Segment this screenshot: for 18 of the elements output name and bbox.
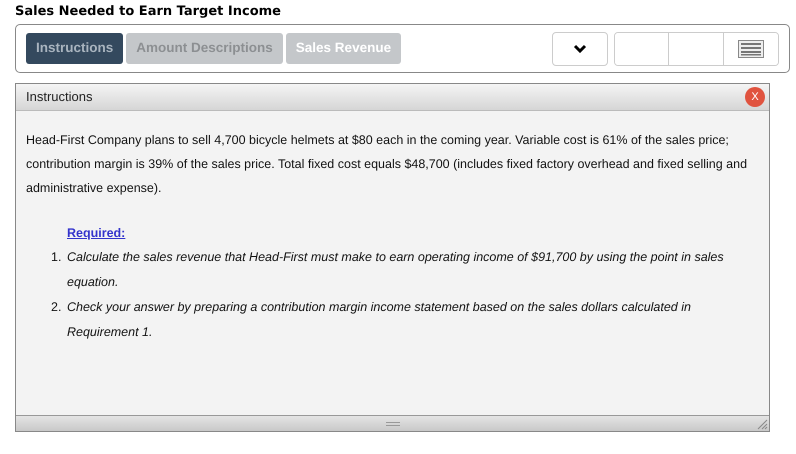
chevron-down-icon [573, 44, 587, 54]
intro-paragraph: Head-First Company plans to sell 4,700 bicycle helmets at $80 each in the coming year. Variable cost is 61% of the sales price; contribution margin is 39% of the sales price. Total fixed cost equals $48,700 (includes fixed factory overhead and fixed selling and administrative expense). [26, 132, 748, 197]
toolbar-button[interactable] [615, 32, 669, 64]
resize-bar[interactable] [16, 415, 769, 431]
grip-icon [386, 422, 400, 426]
menu-icon [738, 40, 764, 58]
dropdown-button[interactable] [552, 32, 608, 66]
list-number: 2. [51, 298, 62, 316]
requirement-text: Check your answer by preparing a contribution margin income statement based on the sales dollars calculated in Requirement 1. [67, 298, 692, 341]
page-title: Sales Needed to Earn Target Income [15, 3, 282, 21]
requirement-text: Calculate the sales revenue that Head-First must make to earn operating income of $91,700 by using the point in sales equation. [67, 248, 725, 291]
tab[interactable]: Amount Descriptions [126, 33, 283, 64]
resize-handle-icon[interactable] [757, 419, 768, 430]
tab[interactable]: Instructions [26, 33, 124, 64]
close-button[interactable]: X [745, 87, 765, 107]
panel-title: Instructions [26, 88, 92, 106]
list-number: 1. [51, 248, 62, 266]
required-link[interactable]: Required: [67, 226, 126, 240]
